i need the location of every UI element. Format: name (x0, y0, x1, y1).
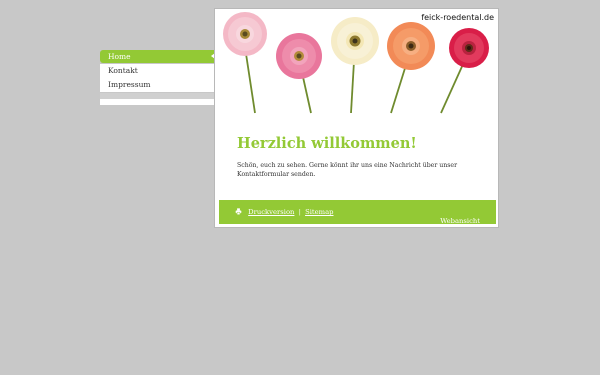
flower-header-image (223, 12, 489, 114)
content-panel: feick-roedental.de Herzlich willkommen! … (214, 8, 499, 228)
sitemap-link[interactable]: Sitemap (305, 208, 333, 216)
web-view-link[interactable]: Webansicht (440, 217, 480, 225)
intro-text: Schön, euch zu sehen. Gerne könnt ihr un… (237, 162, 458, 178)
print-version-link[interactable]: Druckversion (248, 208, 294, 216)
page-title: Herzlich willkommen! (237, 135, 417, 152)
nav-item-kontakt[interactable]: Kontakt (100, 63, 214, 78)
footer-links: Druckversion | Sitemap (235, 208, 334, 216)
site-domain-label: feick-roedental.de (421, 13, 494, 22)
footer-separator: | (298, 208, 301, 216)
print-icon (235, 208, 242, 215)
nav-item-impressum[interactable]: Impressum (100, 78, 214, 92)
nav-item-home[interactable]: Home (100, 50, 215, 63)
footer-bar: Druckversion | Sitemap Webansicht (219, 200, 496, 227)
side-navigation: Home Kontakt Impressum (100, 50, 215, 105)
nav-bottom-spacer (100, 98, 214, 105)
footer-right: Webansicht (440, 208, 480, 227)
